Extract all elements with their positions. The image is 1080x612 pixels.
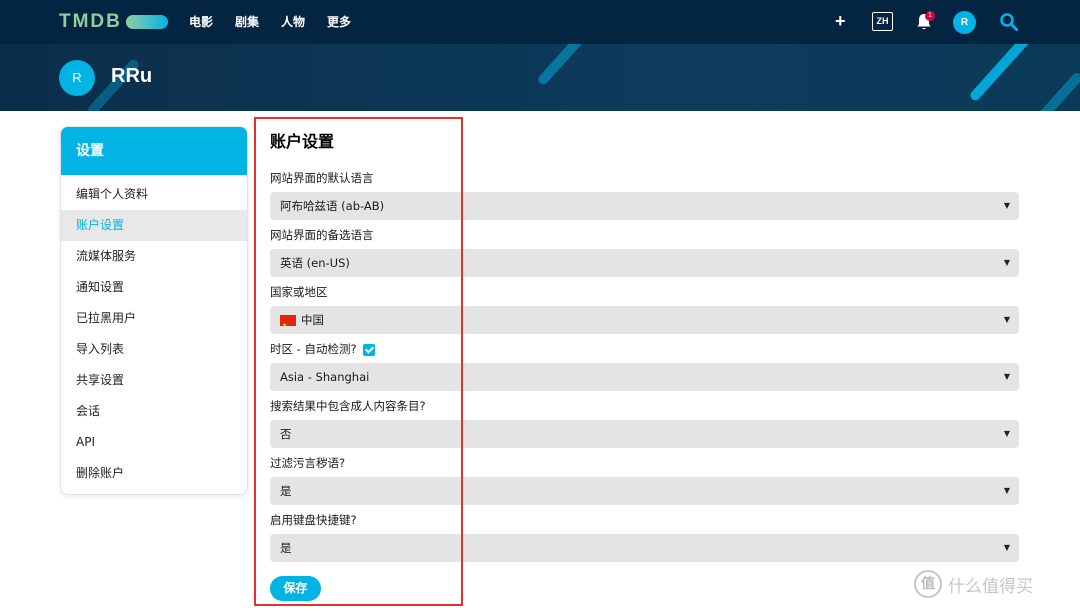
sidebar-item-edit-profile[interactable]: 编辑个人资料 — [61, 179, 247, 210]
dropdown-arrow-icon: ▼ — [1004, 192, 1010, 220]
nav-link-movies[interactable]: 电影 — [189, 13, 213, 30]
highlight-rectangle — [254, 117, 463, 606]
watermark: 值 什么值得买 — [914, 570, 1033, 598]
sidebar-item-sessions[interactable]: 会话 — [61, 396, 247, 427]
tmdb-logo[interactable]: TMDB — [59, 11, 168, 33]
sidebar-list: 编辑个人资料 账户设置 流媒体服务 通知设置 已拉黑用户 导入列表 共享设置 会… — [61, 175, 247, 489]
dropdown-arrow-icon: ▼ — [1004, 306, 1010, 334]
language-button[interactable]: ZH — [872, 12, 893, 31]
sidebar-item-import-list[interactable]: 导入列表 — [61, 334, 247, 365]
dropdown-arrow-icon: ▼ — [1004, 477, 1010, 505]
nav-link-people[interactable]: 人物 — [281, 13, 305, 30]
notification-badge: 1 — [925, 11, 935, 21]
watermark-text: 什么值得买 — [948, 572, 1033, 597]
logo-pill-icon — [126, 15, 168, 29]
dropdown-arrow-icon: ▼ — [1004, 420, 1010, 448]
nav-link-tv[interactable]: 剧集 — [235, 13, 259, 30]
profile-avatar[interactable]: R — [59, 60, 95, 96]
banner-stripe-decoration — [968, 44, 1036, 102]
banner-stripe-decoration — [1036, 71, 1080, 111]
settings-sidebar: 设置 编辑个人资料 账户设置 流媒体服务 通知设置 已拉黑用户 导入列表 共享设… — [60, 126, 248, 495]
sidebar-item-api[interactable]: API — [61, 427, 247, 458]
sidebar-item-account-settings[interactable]: 账户设置 — [61, 210, 247, 241]
sidebar-item-sharing-settings[interactable]: 共享设置 — [61, 365, 247, 396]
top-nav: TMDB 电影 剧集 人物 更多 + ZH 1 R — [0, 0, 1080, 44]
watermark-badge-icon: 值 — [914, 570, 942, 598]
sidebar-title: 设置 — [61, 127, 247, 175]
sidebar-item-delete-account[interactable]: 删除账户 — [61, 458, 247, 489]
dropdown-arrow-icon: ▼ — [1004, 249, 1010, 277]
add-icon[interactable]: + — [835, 11, 846, 31]
sidebar-item-blocked-users[interactable]: 已拉黑用户 — [61, 303, 247, 334]
nav-links: 电影 剧集 人物 更多 — [189, 13, 351, 30]
profile-username[interactable]: RRu — [111, 65, 152, 88]
search-icon[interactable] — [999, 12, 1019, 32]
profile-banner: R RRu — [0, 44, 1080, 111]
dropdown-arrow-icon: ▼ — [1004, 534, 1010, 562]
banner-stripe-decoration — [536, 44, 590, 86]
nav-link-more[interactable]: 更多 — [327, 13, 351, 30]
sidebar-item-streaming-services[interactable]: 流媒体服务 — [61, 241, 247, 272]
user-avatar[interactable]: R — [953, 11, 976, 34]
logo-text: TMDB — [59, 11, 122, 33]
sidebar-item-notifications[interactable]: 通知设置 — [61, 272, 247, 303]
dropdown-arrow-icon: ▼ — [1004, 363, 1010, 391]
